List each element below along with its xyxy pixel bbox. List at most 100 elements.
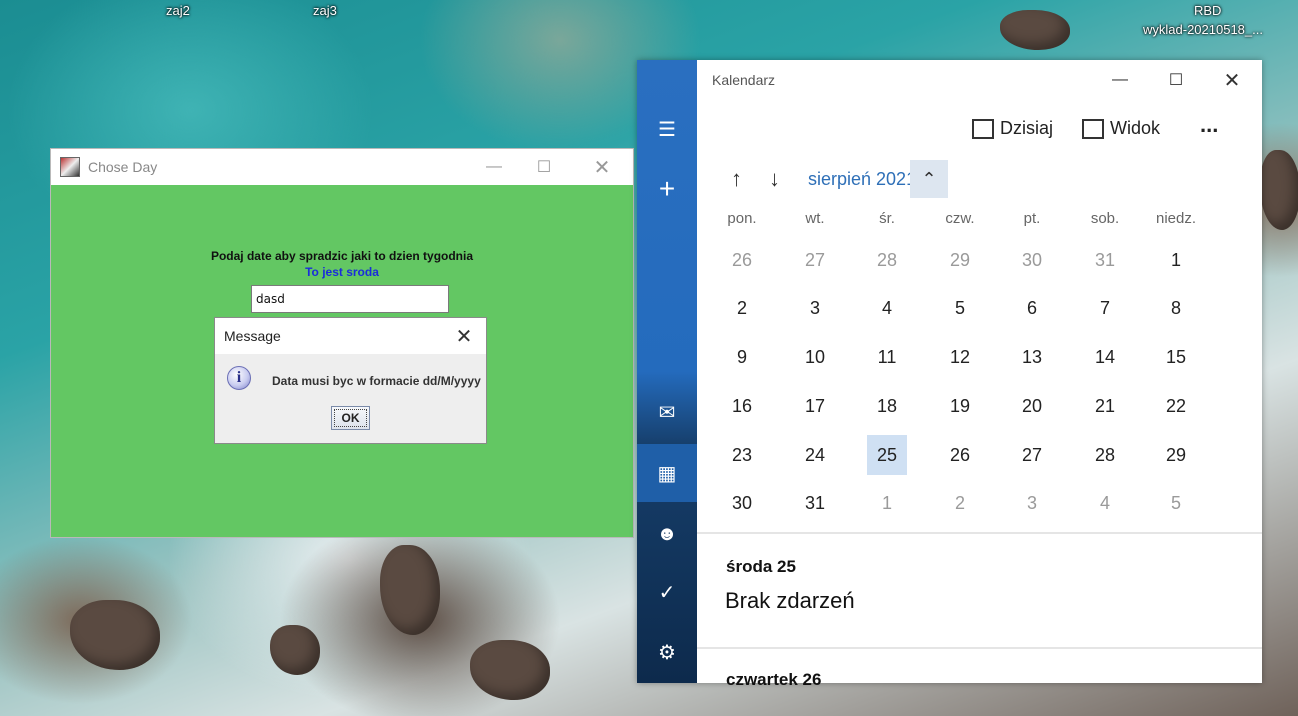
background-rock [380, 545, 440, 635]
calendar-window: ☰ + ✉ ▦ ☻ ✓ ⚙ Kalendarz — ☐ ✕ Dzisiaj Wi… [637, 60, 1262, 689]
previous-month-arrow-icon[interactable]: ↑ [731, 166, 742, 192]
minimize-button[interactable]: — [471, 149, 517, 185]
ok-button[interactable]: OK [331, 406, 370, 430]
next-month-arrow-icon[interactable]: ↓ [769, 166, 780, 192]
calendar-day-cell[interactable]: 1 [1156, 240, 1196, 280]
dialog-message: Data musi byc w formacie dd/M/yyyy [272, 374, 481, 388]
calendar-day-cell[interactable]: 4 [867, 288, 907, 328]
calendar-day-cell[interactable]: 3 [795, 288, 835, 328]
calendar-day-cell[interactable]: 14 [1085, 337, 1125, 377]
background-rock [70, 600, 160, 670]
calendar-day-cell[interactable]: 18 [867, 386, 907, 426]
mail-icon[interactable]: ✉ [637, 383, 697, 441]
calendar-day-cell[interactable]: 24 [795, 435, 835, 475]
background-rock [1260, 150, 1298, 230]
calendar-day-cell[interactable]: 8 [1156, 288, 1196, 328]
calendar-day-cell[interactable]: 28 [1085, 435, 1125, 475]
desktop-icon-label[interactable]: zaj2 [166, 3, 190, 18]
calendar-day-cell[interactable]: 4 [1085, 483, 1125, 523]
calendar-day-cell[interactable]: 26 [722, 240, 762, 280]
message-dialog: Message ✕ i Data musi byc w formacie dd/… [214, 317, 487, 444]
more-options-icon[interactable]: ... [1200, 112, 1218, 138]
calendar-day-cell[interactable]: 28 [867, 240, 907, 280]
todo-icon[interactable]: ✓ [637, 563, 697, 621]
calendar-day-cell[interactable]: 6 [1012, 288, 1052, 328]
calendar-day-cell[interactable]: 23 [722, 435, 762, 475]
minimize-button[interactable]: — [1092, 60, 1148, 100]
desktop-icon-label[interactable]: wyklad-20210518_... [1143, 22, 1263, 37]
nav-rail: ☰ + ✉ ▦ ☻ ✓ ⚙ [637, 60, 697, 683]
date-input[interactable]: dasd [251, 285, 449, 313]
desktop-icon-label[interactable]: RBD [1194, 3, 1221, 18]
agenda-day-heading: środa 25 [726, 557, 796, 576]
calendar-day-cell[interactable]: 2 [940, 483, 980, 523]
weekday-label: pt. [1023, 210, 1041, 227]
info-icon: i [227, 366, 251, 390]
calendar-day-cell[interactable]: 11 [867, 337, 907, 377]
calendar-day-cell[interactable]: 1 [867, 483, 907, 523]
calendar-day-cell[interactable]: 9 [722, 337, 762, 377]
calendar-day-cell[interactable]: 13 [1012, 337, 1052, 377]
background-rock [270, 625, 320, 675]
calendar-day-cell[interactable]: 5 [940, 288, 980, 328]
dialog-title: Message [224, 328, 281, 344]
calendar-day-cell[interactable]: 22 [1156, 386, 1196, 426]
calendar-day-cell[interactable]: 27 [795, 240, 835, 280]
today-button[interactable]: Dzisiaj [972, 118, 1053, 139]
view-label: Widok [1110, 118, 1161, 138]
calendar-day-cell[interactable]: 17 [795, 386, 835, 426]
weekday-label: czw. [945, 210, 975, 227]
calendar-day-cell[interactable]: 25 [867, 435, 907, 475]
desktop-icon-label[interactable]: zaj3 [313, 3, 337, 18]
result-label: To jest sroda [305, 265, 379, 279]
prompt-label: Podaj date aby spradzic jaki to dzien ty… [210, 249, 474, 263]
window-titlebar[interactable]: Chose Day — ☐ ✕ [51, 149, 633, 185]
weekday-label: śr. [879, 210, 895, 227]
calendar-day-cell[interactable]: 29 [1156, 435, 1196, 475]
calendar-day-cell[interactable]: 5 [1156, 483, 1196, 523]
agenda-no-events: Brak zdarzeń [725, 588, 855, 613]
calendar-day-cell[interactable]: 15 [1156, 337, 1196, 377]
calendar-day-cell[interactable]: 26 [940, 435, 980, 475]
plus-icon[interactable]: + [637, 160, 697, 218]
calendar-day-cell[interactable]: 16 [722, 386, 762, 426]
calendar-day-cell[interactable]: 30 [722, 483, 762, 523]
agenda-day-heading: czwartek 26 [726, 670, 822, 689]
maximize-button[interactable]: ☐ [521, 149, 567, 185]
calendar-day-cell[interactable]: 10 [795, 337, 835, 377]
close-button[interactable]: ✕ [1204, 60, 1260, 100]
dialog-close-button[interactable]: ✕ [442, 318, 486, 354]
divider [697, 647, 1262, 649]
people-icon[interactable]: ☻ [637, 505, 697, 563]
app-title: Kalendarz [712, 72, 776, 88]
settings-icon[interactable]: ⚙ [637, 623, 697, 681]
chevron-up-icon[interactable]: ⌃ [910, 160, 948, 198]
calendar-day-cell[interactable]: 2 [722, 288, 762, 328]
calendar-day-cell[interactable]: 30 [1012, 240, 1052, 280]
weekday-label: sob. [1090, 210, 1120, 227]
view-button[interactable]: Widok [1082, 118, 1160, 139]
calendar-icon[interactable]: ▦ [637, 444, 697, 502]
weekday-label: niedz. [1155, 210, 1197, 227]
calendar-day-cell[interactable]: 27 [1012, 435, 1052, 475]
calendar-day-cell[interactable]: 21 [1085, 386, 1125, 426]
calendar-day-cell[interactable]: 12 [940, 337, 980, 377]
dialog-titlebar[interactable]: Message ✕ [215, 318, 486, 354]
calendar-day-cell[interactable]: 3 [1012, 483, 1052, 523]
calendar-main: Kalendarz — ☐ ✕ Dzisiaj Widok ... ↑ ↓ si… [697, 60, 1262, 689]
background-rock [470, 640, 550, 700]
maximize-button[interactable]: ☐ [1148, 60, 1204, 100]
month-label[interactable]: sierpień 2021 [808, 169, 916, 190]
calendar-day-cell[interactable]: 31 [795, 483, 835, 523]
calendar-day-cell[interactable]: 31 [1085, 240, 1125, 280]
calendar-day-cell[interactable]: 29 [940, 240, 980, 280]
today-label: Dzisiaj [1000, 118, 1054, 138]
calendar-day-cell[interactable]: 19 [940, 386, 980, 426]
calendar-day-cell[interactable]: 20 [1012, 386, 1052, 426]
close-button[interactable]: ✕ [579, 149, 625, 185]
hamburger-icon[interactable]: ☰ [637, 100, 697, 158]
window-title: Chose Day [88, 159, 158, 175]
calendar-day-cell[interactable]: 7 [1085, 288, 1125, 328]
view-grid-icon [1082, 118, 1104, 139]
background-rock [1000, 10, 1070, 50]
